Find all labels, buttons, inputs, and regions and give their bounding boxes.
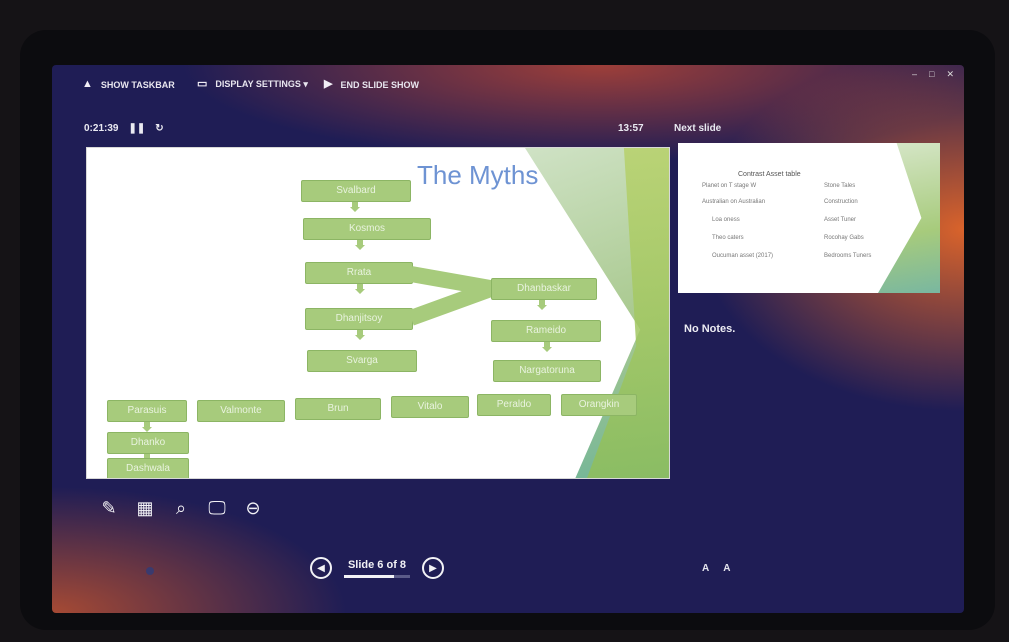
person-icon: ▲ [82,78,93,90]
next-slide-row: Australian on Australian [702,199,766,205]
next-slide-row: Construction [824,199,858,205]
slide-grid-icon[interactable]: ▦ [134,497,156,519]
end-show-icon: ▶ [324,78,333,90]
chevron-left-icon: ◀ [317,562,325,574]
next-slide-row: Asset Tuner [824,217,857,223]
next-slide-button[interactable]: ▶ [422,557,444,579]
pause-icon[interactable]: ❚❚ [128,123,145,134]
slide-tools: ✎ ▦ ⌕ 🖵 ⊖ [98,497,264,519]
next-slide-row: Stone Tales [824,183,856,189]
flow-box: Svalbard [301,180,411,202]
next-slide-row: Rocohay Gabs [824,235,864,241]
next-slide-row: Oucuman asset (2017) [712,253,774,259]
display-icon: ▭ [197,78,208,90]
flow-box: Nargatoruna [493,360,601,382]
slide-title: The Myths [417,160,539,190]
screen-icon[interactable]: 🖵 [206,497,228,519]
next-slide-preview[interactable]: Contrast Asset table Planet on T stage W… [678,143,940,293]
flow-arrow [355,240,365,250]
flow-box: Dhanjitsoy [305,308,413,330]
slide-counter: Slide 6 of 8 [347,558,407,571]
display-settings-button[interactable]: ▭ DISPLAY SETTINGS ▾ [197,79,308,90]
previous-slide-button[interactable]: ◀ [310,557,332,579]
flow-box: Vitalo [391,396,469,418]
close-icon[interactable]: ✕ [946,69,954,80]
flow-arrow [142,422,152,432]
zoom-icon[interactable]: ⌕ [170,497,192,519]
flow-box: Svarga [307,350,417,372]
slide-progress-bar [344,574,410,578]
show-taskbar-button[interactable]: ▲ SHOW TASKBAR [82,79,175,90]
flow-arrow [355,330,365,340]
flow-box: Brun [295,398,381,420]
maximize-icon[interactable]: □ [929,69,934,80]
notes-font-controls: A A [702,563,730,574]
end-slide-show-button[interactable]: ▶ END SLIDE SHOW [324,79,419,90]
next-slide-row: Theo caters [712,235,744,241]
window-controls: – □ ✕ [912,69,954,80]
flow-box: Dhanbaskar [491,278,597,300]
current-time: 13:57 [618,123,644,134]
slide-navigation: ◀ Slide 6 of 8 ▶ [310,557,444,579]
chevron-right-icon: ▶ [429,562,437,574]
display-settings-label: DISPLAY SETTINGS ▾ [215,79,308,89]
flow-box: Parasuis [107,400,187,422]
next-slide-row: Loa oness [712,217,740,223]
flow-arrow [542,342,552,352]
pen-icon[interactable]: ✎ [98,497,120,519]
flow-box: Dashwala [107,458,189,478]
next-slide-title: Contrast Asset table [738,171,801,178]
flow-box: Dhanko [107,432,189,454]
flow-box: Kosmos [303,218,431,240]
slide-progress-fill [344,574,394,578]
restart-icon[interactable]: ↻ [155,123,163,134]
next-slide-row: Planet on T stage W [702,183,757,189]
flow-box: Rameido [491,320,601,342]
next-slide-label: Next slide [674,123,722,134]
end-slide-show-label: END SLIDE SHOW [340,79,419,90]
decrease-font-button[interactable]: A [723,563,730,574]
flow-box: Orangkin [561,394,637,416]
flow-arrow [355,284,365,294]
flow-arrow [537,300,547,310]
current-slide-preview: The Myths Svalbard Kosmos Rrata Dhanjits… [86,147,670,479]
minimize-icon[interactable]: – [912,69,917,80]
timer-bar: 0:21:39 ❚❚ ↻ [84,123,164,134]
presenter-toolbar: ▲ SHOW TASKBAR ▭ DISPLAY SETTINGS ▾ ▶ EN… [52,65,964,107]
subtitle-icon[interactable]: ⊖ [242,497,264,519]
increase-font-button[interactable]: A [702,563,709,574]
slide-counter-group[interactable]: Slide 6 of 8 [344,559,410,578]
flow-box: Rrata [305,262,413,284]
next-slide-decoration [878,143,940,293]
presenter-view: ▲ SHOW TASKBAR ▭ DISPLAY SETTINGS ▾ ▶ EN… [52,65,964,613]
flow-box: Valmonte [197,400,285,422]
flow-arrow [350,202,360,212]
status-dot [146,567,154,575]
next-slide-row: Bedrooms Tuners [824,253,872,259]
show-taskbar-label: SHOW TASKBAR [100,79,175,90]
elapsed-timer: 0:21:39 [84,123,119,134]
flow-box: Peraldo [477,394,551,416]
speaker-notes: No Notes. [684,323,736,335]
